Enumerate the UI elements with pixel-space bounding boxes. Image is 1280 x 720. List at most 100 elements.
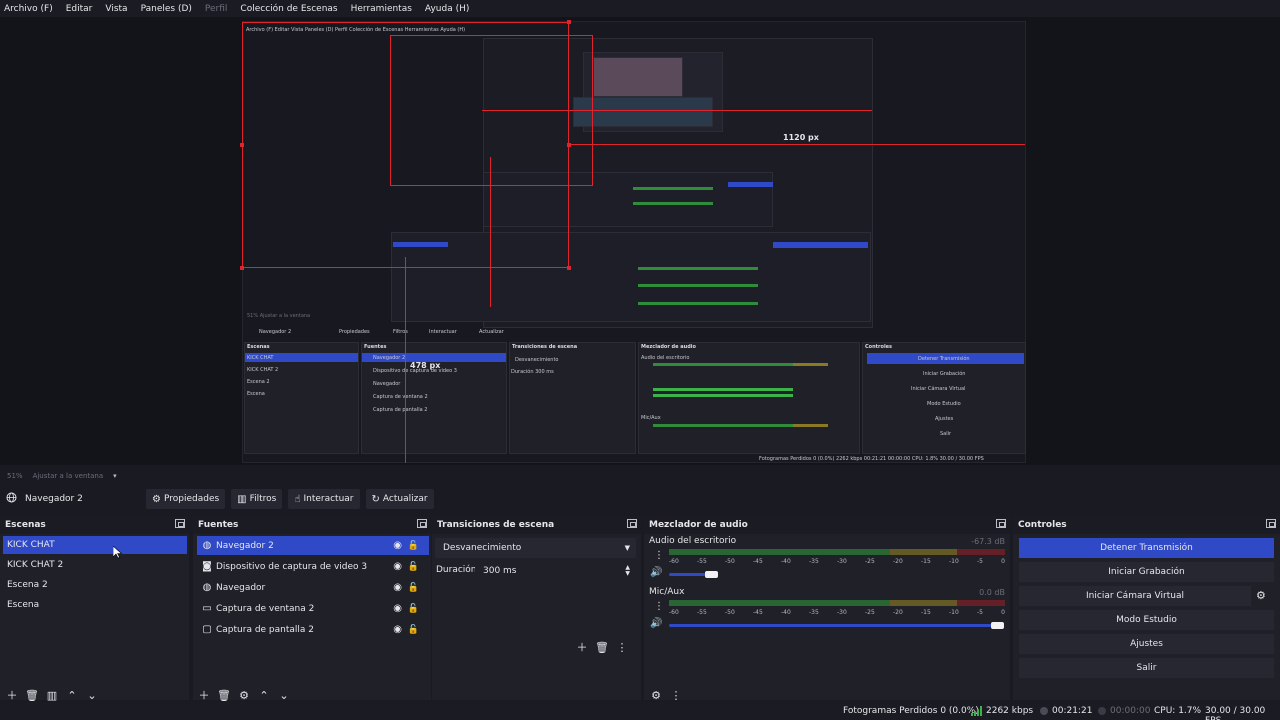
- scene-item-kick-chat[interactable]: KICK CHAT: [3, 536, 187, 554]
- lock-icon[interactable]: 🔓: [408, 562, 419, 572]
- chevron-down-icon[interactable]: ▾: [113, 472, 117, 480]
- window-icon: ▭: [202, 603, 212, 614]
- source-item-window-capture[interactable]: ▭ Captura de ventana 2 ◉ 🔓: [197, 599, 429, 618]
- gear-icon[interactable]: ⚙: [648, 687, 664, 703]
- nested-meter-2: [633, 202, 713, 205]
- globe-icon: [6, 492, 17, 506]
- nested-source-2: Navegador: [373, 381, 401, 387]
- more-options-icon[interactable]: ⋮: [654, 550, 664, 561]
- duration-spinbox[interactable]: 300 ms ▲ ▼: [475, 561, 636, 581]
- source-item-capture-device[interactable]: ◙ Dispositivo de captura de video 3 ◉ 🔓: [197, 557, 429, 576]
- more-options-icon[interactable]: ⋮: [668, 687, 684, 703]
- start-virtual-camera-button[interactable]: Iniciar Cámara Virtual: [1019, 586, 1251, 606]
- transition-select[interactable]: Desvanecimiento ▼: [435, 538, 636, 558]
- nested-source-3: Captura de ventana 2: [373, 394, 428, 400]
- transitions-title: Transiciones de escena: [437, 520, 555, 530]
- settings-label: Ajustes: [1130, 639, 1163, 649]
- nested-scene-0: KICK CHAT: [247, 355, 274, 361]
- resize-handle-left[interactable]: [240, 143, 244, 147]
- scene-item-escena-2[interactable]: Escena 2: [3, 576, 187, 594]
- refresh-button[interactable]: ↻ Actualizar: [365, 489, 434, 509]
- properties-button[interactable]: ⚙ Propiedades: [146, 489, 226, 509]
- undock-icon[interactable]: [175, 519, 185, 528]
- filters-button[interactable]: ▥ Filtros: [231, 489, 283, 509]
- undock-icon[interactable]: [417, 519, 427, 528]
- nested-tb-3: Actualizar: [479, 329, 504, 335]
- scenes-dock-header: Escenas: [0, 516, 189, 534]
- selected-source: Navegador 2: [0, 492, 146, 506]
- trash-icon[interactable]: 🗑: [24, 687, 40, 703]
- undock-icon[interactable]: [996, 519, 1006, 528]
- speaker-icon[interactable]: 🔊: [650, 618, 662, 629]
- spin-arrows-icon: ▲ ▼: [625, 564, 630, 577]
- speaker-icon[interactable]: 🔊: [650, 567, 662, 578]
- chevron-up-icon[interactable]: ⌃: [64, 687, 80, 703]
- settings-button[interactable]: Ajustes: [1019, 634, 1274, 654]
- lock-icon[interactable]: 🔓: [408, 604, 419, 614]
- resize-handle-bottom-left[interactable]: [240, 266, 244, 270]
- source-item-screen-capture[interactable]: ▢ Captura de pantalla 2 ◉ 🔓: [197, 620, 429, 639]
- undock-icon[interactable]: [1266, 519, 1276, 528]
- nested-scene-1: KICK CHAT 2: [247, 367, 279, 373]
- start-recording-button[interactable]: Iniciar Grabación: [1019, 562, 1274, 582]
- menu-ayuda[interactable]: Ayuda (H): [425, 4, 469, 14]
- resize-handle-right[interactable]: [567, 143, 571, 147]
- preview-area[interactable]: Archivo (F) Editar Vista Paneles (D) Per…: [0, 17, 1280, 465]
- scene-item-label: Escena: [7, 600, 40, 610]
- source-item-navegador[interactable]: ◍ Navegador ◉ 🔓: [197, 578, 429, 597]
- scene-item-label: KICK CHAT 2: [7, 560, 64, 570]
- gear-icon[interactable]: ⚙: [236, 687, 252, 703]
- menu-vista[interactable]: Vista: [105, 4, 127, 14]
- audio-meter: [669, 600, 1005, 606]
- chevron-down-icon[interactable]: ⌄: [276, 687, 292, 703]
- nested-ctrl-5: Salir: [940, 431, 952, 437]
- menu-herramientas[interactable]: Herramientas: [351, 4, 412, 14]
- volume-slider-handle[interactable]: [705, 571, 718, 578]
- zoom-fit-dropdown[interactable]: Ajustar a la ventana: [33, 472, 104, 480]
- more-options-icon[interactable]: ⋮: [614, 639, 630, 655]
- add-scene-button[interactable]: ＋: [4, 687, 20, 703]
- exit-button[interactable]: Salir: [1019, 658, 1274, 678]
- eye-icon[interactable]: ◉: [393, 540, 402, 551]
- menu-archivo[interactable]: Archivo (F): [4, 4, 53, 14]
- scene-item-escena[interactable]: Escena: [3, 596, 187, 614]
- resize-handle-top[interactable]: [567, 20, 571, 24]
- trash-icon[interactable]: 🗑: [594, 639, 610, 655]
- stream-indicator-icon: [1040, 707, 1048, 715]
- more-options-icon[interactable]: ⋮: [654, 601, 664, 612]
- chevron-up-icon[interactable]: ⌃: [256, 687, 272, 703]
- nested-mixer-meter-2b: [653, 394, 793, 397]
- studio-mode-button[interactable]: Modo Estudio: [1019, 610, 1274, 630]
- add-transition-button[interactable]: ＋: [574, 639, 590, 655]
- eye-icon[interactable]: ◉: [393, 603, 402, 614]
- interact-button[interactable]: ☝ Interactuar: [288, 489, 360, 509]
- source-item-navegador-2[interactable]: ◍ Navegador 2 ◉ 🔓: [197, 536, 429, 555]
- menu-editar[interactable]: Editar: [66, 4, 93, 14]
- nested-source-4: Captura de pantalla 2: [373, 407, 428, 413]
- transition-select-value: Desvanecimiento: [443, 543, 522, 553]
- trash-icon[interactable]: 🗑: [216, 687, 232, 703]
- lock-icon[interactable]: 🔓: [408, 541, 419, 551]
- lock-icon[interactable]: 🔓: [408, 583, 419, 593]
- scene-item-kick-chat-2[interactable]: KICK CHAT 2: [3, 556, 187, 574]
- eye-icon[interactable]: ◉: [393, 624, 402, 635]
- volume-slider-handle[interactable]: [991, 622, 1004, 629]
- undock-icon[interactable]: [627, 519, 637, 528]
- eye-icon[interactable]: ◉: [393, 582, 402, 593]
- filter-icon[interactable]: ▥: [44, 687, 60, 703]
- menu-paneles[interactable]: Paneles (D): [141, 4, 192, 14]
- lock-icon[interactable]: 🔓: [408, 625, 419, 635]
- nested-ctrl-4: Ajustes: [935, 416, 954, 422]
- chevron-down-icon[interactable]: ⌄: [84, 687, 100, 703]
- transitions-footer: ＋ 🗑 ⋮: [574, 582, 634, 712]
- add-source-button[interactable]: ＋: [196, 687, 212, 703]
- source-item-label: Navegador 2: [216, 540, 274, 551]
- nested-scene-3: Escena: [247, 391, 265, 397]
- eye-icon[interactable]: ◉: [393, 561, 402, 572]
- stop-stream-button[interactable]: Detener Transmisión: [1019, 538, 1274, 558]
- mouse-cursor-icon: [112, 545, 123, 562]
- menu-coleccion-escenas[interactable]: Colección de Escenas: [240, 4, 337, 14]
- resize-handle-bottom-right[interactable]: [567, 266, 571, 270]
- gear-icon[interactable]: ⚙: [1256, 589, 1266, 602]
- rec-time: 00:00:00: [1110, 706, 1151, 716]
